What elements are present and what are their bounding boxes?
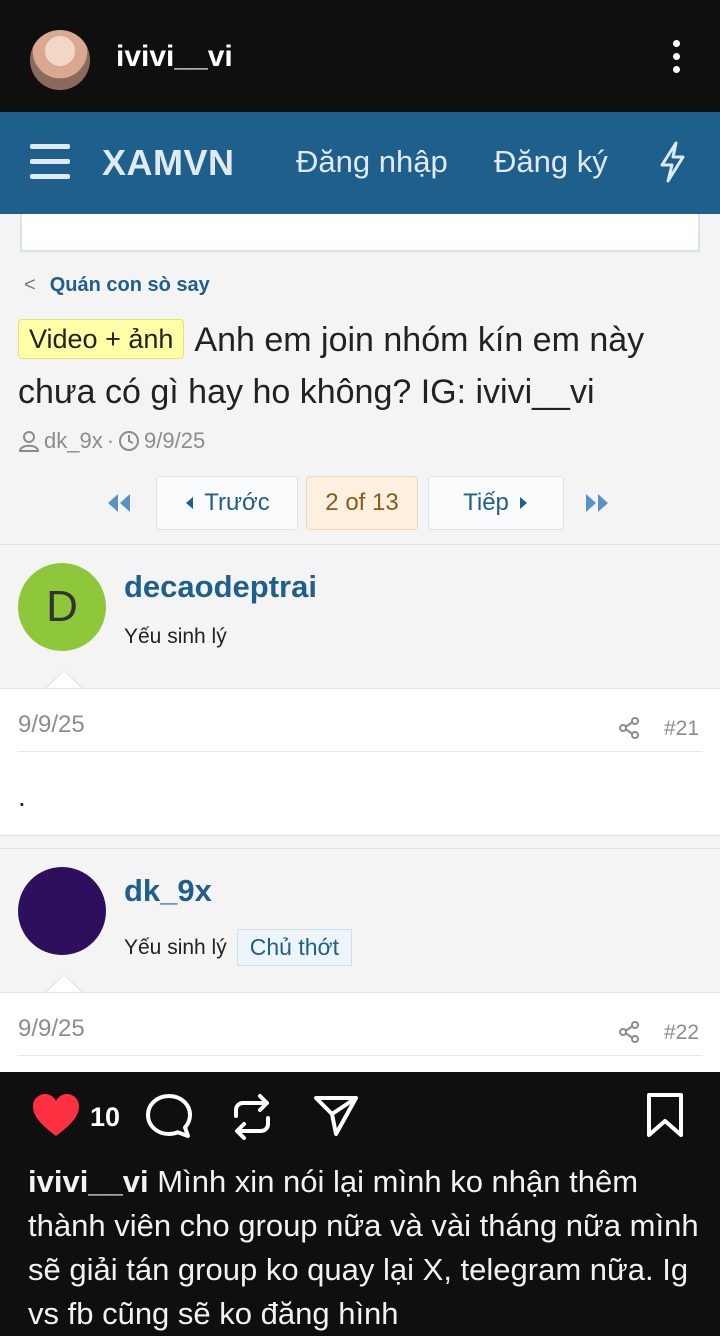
lightning-icon[interactable] <box>656 140 688 184</box>
post-body: 9/9/25 #21 . <box>0 688 720 836</box>
caret-right-icon <box>519 497 527 509</box>
like-count[interactable]: 10 <box>90 1102 120 1133</box>
profile-avatar[interactable] <box>30 30 90 90</box>
breadcrumb[interactable]: < Quán con sò say <box>24 274 210 297</box>
thread-author[interactable]: dk_9x <box>44 428 103 454</box>
caret-left-icon <box>186 497 194 509</box>
post-user-info: dk_9x Yếu sinh lý Chủ thớt <box>0 848 720 993</box>
thread-title: Video + ảnh Anh em join nhóm kín em này c… <box>18 314 708 418</box>
post-username[interactable]: decaodeptrai <box>124 569 317 605</box>
site-logo[interactable]: XAMVN <box>102 142 235 184</box>
repost-icon[interactable] <box>230 1092 274 1142</box>
post-date[interactable]: 9/9/25 <box>18 711 85 739</box>
share-icon[interactable] <box>618 717 640 739</box>
thread-date[interactable]: 9/9/25 <box>144 428 205 454</box>
comment-icon[interactable] <box>144 1092 194 1142</box>
clock-icon <box>119 431 140 451</box>
post-number[interactable]: #21 <box>664 717 699 741</box>
caption-username[interactable]: ivivi__vi <box>28 1164 149 1199</box>
post-date[interactable]: 9/9/25 <box>18 1015 85 1043</box>
banner-ad[interactable] <box>20 214 700 252</box>
next-label: Tiếp <box>463 489 509 516</box>
post-content: . <box>18 781 26 812</box>
menu-icon[interactable] <box>30 144 70 180</box>
heart-icon[interactable] <box>30 1092 82 1140</box>
last-page-icon[interactable] <box>584 492 612 514</box>
pagination: Trước 2 of 13 Tiếp <box>0 476 720 532</box>
login-link[interactable]: Đăng nhập <box>296 144 448 180</box>
bookmark-icon[interactable] <box>646 1092 684 1138</box>
thread-prefix-label[interactable]: Video + ảnh <box>18 319 185 359</box>
thread-meta: dk_9x · 9/9/25 <box>18 428 205 454</box>
post-number[interactable]: #22 <box>664 1021 699 1045</box>
chevron-left-icon: < <box>24 274 36 296</box>
next-page-button[interactable]: Tiếp <box>428 476 564 530</box>
register-link[interactable]: Đăng ký <box>494 144 608 180</box>
user-title: Yếu sinh lý <box>124 625 227 648</box>
post: D decaodeptrai Yếu sinh lý 9/9/25 #21 . <box>0 544 720 836</box>
share-send-icon[interactable] <box>312 1092 360 1140</box>
previous-page-button[interactable]: Trước <box>156 476 298 530</box>
meta-separator: · <box>106 428 115 453</box>
post-username[interactable]: dk_9x <box>124 873 212 909</box>
thread-starter-badge: Chủ thớt <box>236 929 352 966</box>
more-options-icon[interactable] <box>664 40 688 80</box>
avatar[interactable] <box>18 867 106 955</box>
forum-content: < Quán con sò say Video + ảnh Anh em join … <box>0 214 720 1072</box>
post: dk_9x Yếu sinh lý Chủ thớt 9/9/25 #22 <box>0 848 720 1072</box>
previous-label: Trước <box>204 489 270 516</box>
post-caption: ivivi__vi Mình xin nói lại mình ko nhận … <box>28 1160 700 1336</box>
current-page-button[interactable]: 2 of 13 <box>306 476 418 530</box>
breadcrumb-forum[interactable]: Quán con sò say <box>50 274 210 296</box>
instagram-post-header: ivivi__vi <box>0 0 720 112</box>
user-icon <box>18 431 40 452</box>
forum-navbar: XAMVN Đăng nhập Đăng ký <box>0 112 720 214</box>
post-body: 9/9/25 #22 <box>0 992 720 1072</box>
instagram-post-footer: 10 ivivi__vi Mình xin nói lại mình ko nh… <box>0 1072 720 1336</box>
avatar[interactable]: D <box>18 563 106 651</box>
user-title: Yếu sinh lý Chủ thớt <box>124 929 352 966</box>
share-icon[interactable] <box>618 1021 640 1043</box>
post-user-info: D decaodeptrai Yếu sinh lý <box>0 544 720 689</box>
profile-username[interactable]: ivivi__vi <box>116 40 233 74</box>
first-page-icon[interactable] <box>104 492 132 514</box>
